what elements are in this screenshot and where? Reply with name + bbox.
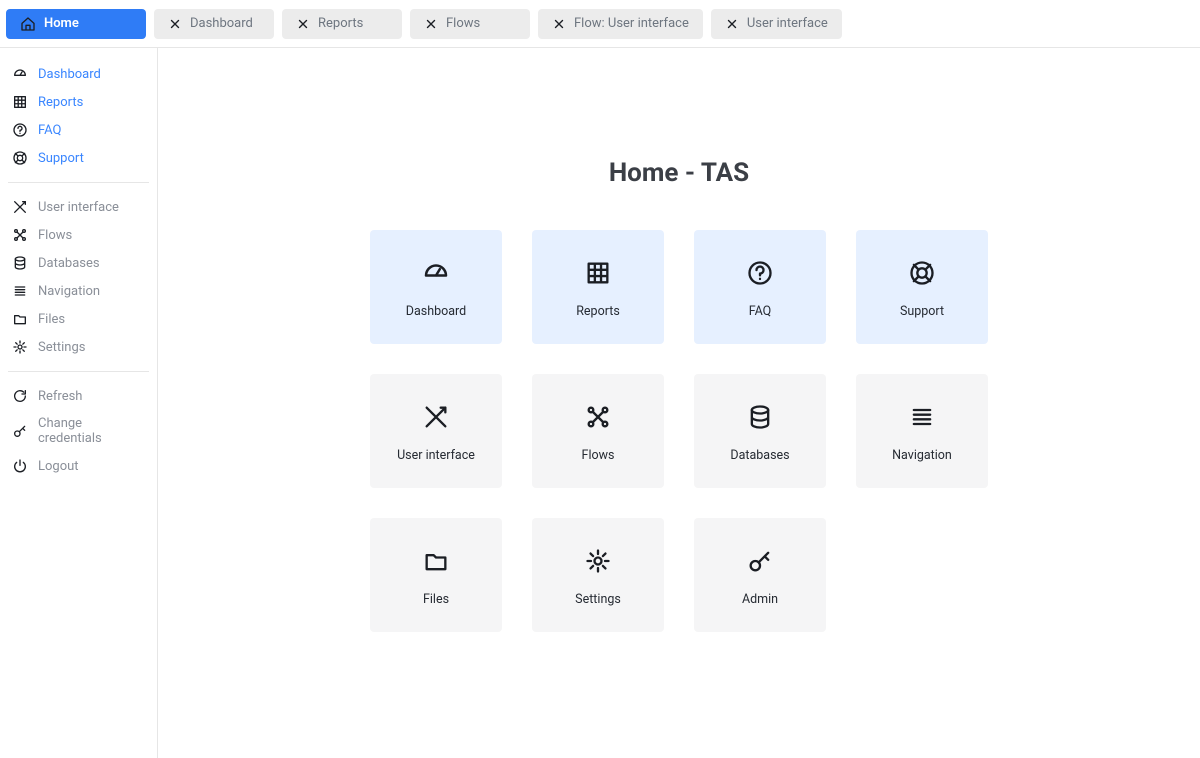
tile-faq[interactable]: FAQ (694, 230, 826, 344)
folder-icon (12, 311, 28, 327)
key-icon (746, 544, 774, 578)
sidebar-item-label: Dashboard (38, 67, 101, 82)
grid-icon (584, 256, 612, 290)
lifebuoy-icon (12, 150, 28, 166)
tile-support[interactable]: Support (856, 230, 988, 344)
key-icon (12, 423, 28, 439)
sidebar-item-label: User interface (38, 200, 119, 215)
tile-label: Settings (575, 592, 621, 607)
tab-label: Reports (318, 16, 363, 31)
sidebar-item-faq[interactable]: FAQ (8, 116, 149, 144)
sidebar-item-reports[interactable]: Reports (8, 88, 149, 116)
tile-label: Admin (742, 592, 778, 607)
list-icon (12, 283, 28, 299)
design-icon (422, 400, 450, 434)
tab-bar: Home Dashboard Reports Flows Flow: User … (0, 0, 1200, 48)
tile-label: Support (900, 304, 944, 319)
tab-reports[interactable]: Reports (282, 9, 402, 39)
sidebar-item-label: Flows (38, 228, 72, 243)
folder-icon (422, 544, 450, 578)
tile-dashboard[interactable]: Dashboard (370, 230, 502, 344)
close-icon[interactable] (168, 17, 182, 31)
sidebar-item-label: Files (38, 312, 65, 327)
sidebar-item-label: FAQ (38, 123, 61, 138)
tab-dashboard[interactable]: Dashboard (154, 9, 274, 39)
close-icon[interactable] (725, 17, 739, 31)
tile-user-interface[interactable]: User interface (370, 374, 502, 488)
sidebar-item-files[interactable]: Files (8, 305, 149, 333)
sidebar-item-label: Support (38, 151, 84, 166)
sidebar-item-label: Navigation (38, 284, 100, 299)
tile-databases[interactable]: Databases (694, 374, 826, 488)
help-icon (12, 122, 28, 138)
tab-flows[interactable]: Flows (410, 9, 530, 39)
tile-flows[interactable]: Flows (532, 374, 664, 488)
flows-icon (584, 400, 612, 434)
tile-admin[interactable]: Admin (694, 518, 826, 632)
database-icon (12, 255, 28, 271)
page-title: Home - TAS (609, 158, 749, 188)
tab-label: Dashboard (190, 16, 253, 31)
tab-user-interface[interactable]: User interface (711, 9, 842, 39)
gear-icon (12, 339, 28, 355)
divider (8, 371, 149, 372)
sidebar-item-label: Reports (38, 95, 83, 110)
tab-label: Flows (446, 16, 480, 31)
sidebar-item-label: Logout (38, 459, 79, 474)
main-content: Home - TAS Dashboard Reports FAQ Support… (158, 48, 1200, 758)
database-icon (746, 400, 774, 434)
refresh-icon (12, 388, 28, 404)
dashboard-icon (421, 256, 451, 290)
sidebar-item-navigation[interactable]: Navigation (8, 277, 149, 305)
sidebar-item-settings[interactable]: Settings (8, 333, 149, 361)
help-icon (746, 256, 774, 290)
tile-files[interactable]: Files (370, 518, 502, 632)
sidebar-item-label: Refresh (38, 389, 82, 404)
design-icon (12, 199, 28, 215)
sidebar-item-databases[interactable]: Databases (8, 249, 149, 277)
close-icon[interactable] (424, 17, 438, 31)
sidebar-item-label: Change credentials (38, 416, 145, 446)
sidebar-item-label: Settings (38, 340, 85, 355)
tile-label: FAQ (749, 304, 772, 319)
sidebar-item-dashboard[interactable]: Dashboard (8, 60, 149, 88)
home-icon (20, 16, 36, 32)
tile-navigation[interactable]: Navigation (856, 374, 988, 488)
sidebar-item-logout[interactable]: Logout (8, 452, 149, 480)
tab-flow-user-interface[interactable]: Flow: User interface (538, 9, 703, 39)
tile-reports[interactable]: Reports (532, 230, 664, 344)
sidebar-item-support[interactable]: Support (8, 144, 149, 172)
sidebar-item-flows[interactable]: Flows (8, 221, 149, 249)
tile-label: Navigation (892, 448, 952, 463)
dashboard-icon (12, 66, 28, 82)
flows-icon (12, 227, 28, 243)
tile-label: Databases (730, 448, 789, 463)
power-icon (12, 458, 28, 474)
gear-icon (584, 544, 612, 578)
tile-label: Dashboard (406, 304, 466, 319)
tab-label: User interface (747, 16, 828, 31)
grid-icon (12, 94, 28, 110)
tile-grid: Dashboard Reports FAQ Support User inter… (370, 230, 988, 632)
tile-label: Files (423, 592, 449, 607)
tab-home[interactable]: Home (6, 9, 146, 39)
sidebar-item-label: Databases (38, 256, 100, 271)
close-icon[interactable] (552, 17, 566, 31)
sidebar: Dashboard Reports FAQ Support User inter… (0, 48, 158, 758)
divider (8, 182, 149, 183)
tile-settings[interactable]: Settings (532, 518, 664, 632)
tab-label: Home (44, 16, 79, 31)
close-icon[interactable] (296, 17, 310, 31)
sidebar-item-change-credentials[interactable]: Change credentials (8, 410, 149, 452)
tile-label: Flows (582, 448, 615, 463)
tile-label: Reports (576, 304, 620, 319)
sidebar-item-refresh[interactable]: Refresh (8, 382, 149, 410)
sidebar-item-user-interface[interactable]: User interface (8, 193, 149, 221)
list-icon (908, 400, 936, 434)
lifebuoy-icon (908, 256, 936, 290)
tile-label: User interface (397, 448, 475, 463)
tab-label: Flow: User interface (574, 16, 689, 31)
